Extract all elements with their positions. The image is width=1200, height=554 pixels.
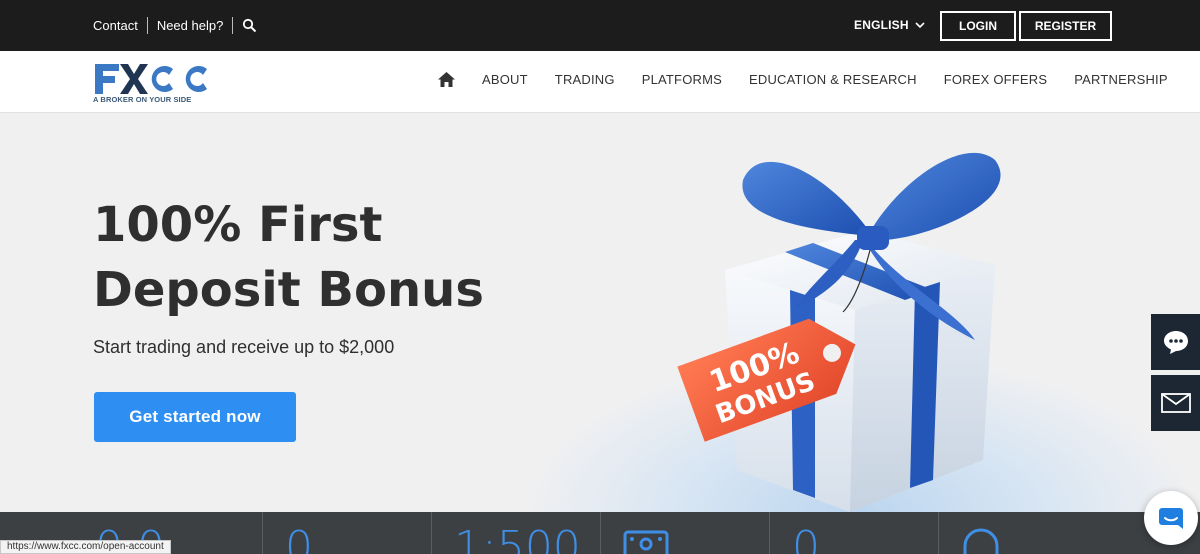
- nav-item-partnership[interactable]: PARTNERSHIP: [1074, 72, 1167, 87]
- need-help-link[interactable]: Need help?: [157, 18, 224, 33]
- fxcc-logo-icon: [95, 64, 207, 94]
- hero-title: 100% First Deposit Bonus: [93, 193, 553, 323]
- top-links: Contact Need help?: [93, 17, 257, 34]
- nav-item-platforms[interactable]: PLATFORMS: [642, 72, 722, 87]
- stat-cell: 0: [770, 512, 939, 554]
- chat-bubble-icon: [1159, 508, 1183, 529]
- main-navbar: A BROKER ON YOUR SIDE ABOUT TRADING PLAT…: [0, 51, 1200, 113]
- divider: [146, 17, 148, 34]
- nav-item-forex-offers[interactable]: FOREX OFFERS: [944, 72, 1048, 87]
- stat-value: 0: [792, 522, 820, 554]
- stat-cell: 1:500: [432, 512, 601, 554]
- language-selector[interactable]: ENGLISH: [854, 18, 925, 32]
- contact-link[interactable]: Contact: [93, 18, 138, 33]
- top-bar: Contact Need help? ENGLISH LOGIN REGISTE…: [0, 0, 1200, 51]
- nav-item-trading[interactable]: TRADING: [555, 72, 615, 87]
- stat-value: 0: [285, 522, 313, 554]
- divider: [232, 17, 234, 34]
- chevron-down-icon: [915, 21, 925, 28]
- hero-title-line1: 100% First: [93, 197, 383, 253]
- stats-strip: 0.0 0 1:500 0: [0, 512, 1200, 554]
- logo[interactable]: A BROKER ON YOUR SIDE: [93, 62, 215, 108]
- hero-title-line2: Deposit Bonus: [93, 262, 484, 318]
- logo-tagline: A BROKER ON YOUR SIDE: [93, 95, 192, 104]
- main-nav: ABOUT TRADING PLATFORMS EDUCATION & RESE…: [437, 71, 1168, 88]
- chat-icon: [1163, 331, 1188, 354]
- nav-item-about[interactable]: ABOUT: [482, 72, 528, 87]
- language-label: ENGLISH: [854, 18, 909, 32]
- hero-subtitle: Start trading and receive up to $2,000: [93, 337, 395, 357]
- envelope-icon: [1160, 393, 1191, 413]
- register-button[interactable]: REGISTER: [1019, 11, 1112, 41]
- get-started-button[interactable]: Get started now: [94, 392, 296, 442]
- support-icon: [963, 528, 999, 554]
- side-chat-button[interactable]: [1151, 314, 1200, 370]
- stat-cell: 0: [263, 512, 432, 554]
- stat-cell: [601, 512, 770, 554]
- side-email-button[interactable]: [1151, 375, 1200, 431]
- live-chat-button[interactable]: [1144, 491, 1198, 545]
- gift-box-illustration: 100% BONUS: [677, 152, 1001, 512]
- money-icon: [623, 530, 669, 554]
- stat-value: 1:500: [454, 522, 581, 554]
- status-bar-url: https://www.fxcc.com/open-account: [0, 540, 171, 554]
- search-icon[interactable]: [242, 18, 257, 33]
- home-icon[interactable]: [437, 71, 456, 88]
- nav-item-education-research[interactable]: EDUCATION & RESEARCH: [749, 72, 917, 87]
- login-button[interactable]: LOGIN: [940, 11, 1016, 41]
